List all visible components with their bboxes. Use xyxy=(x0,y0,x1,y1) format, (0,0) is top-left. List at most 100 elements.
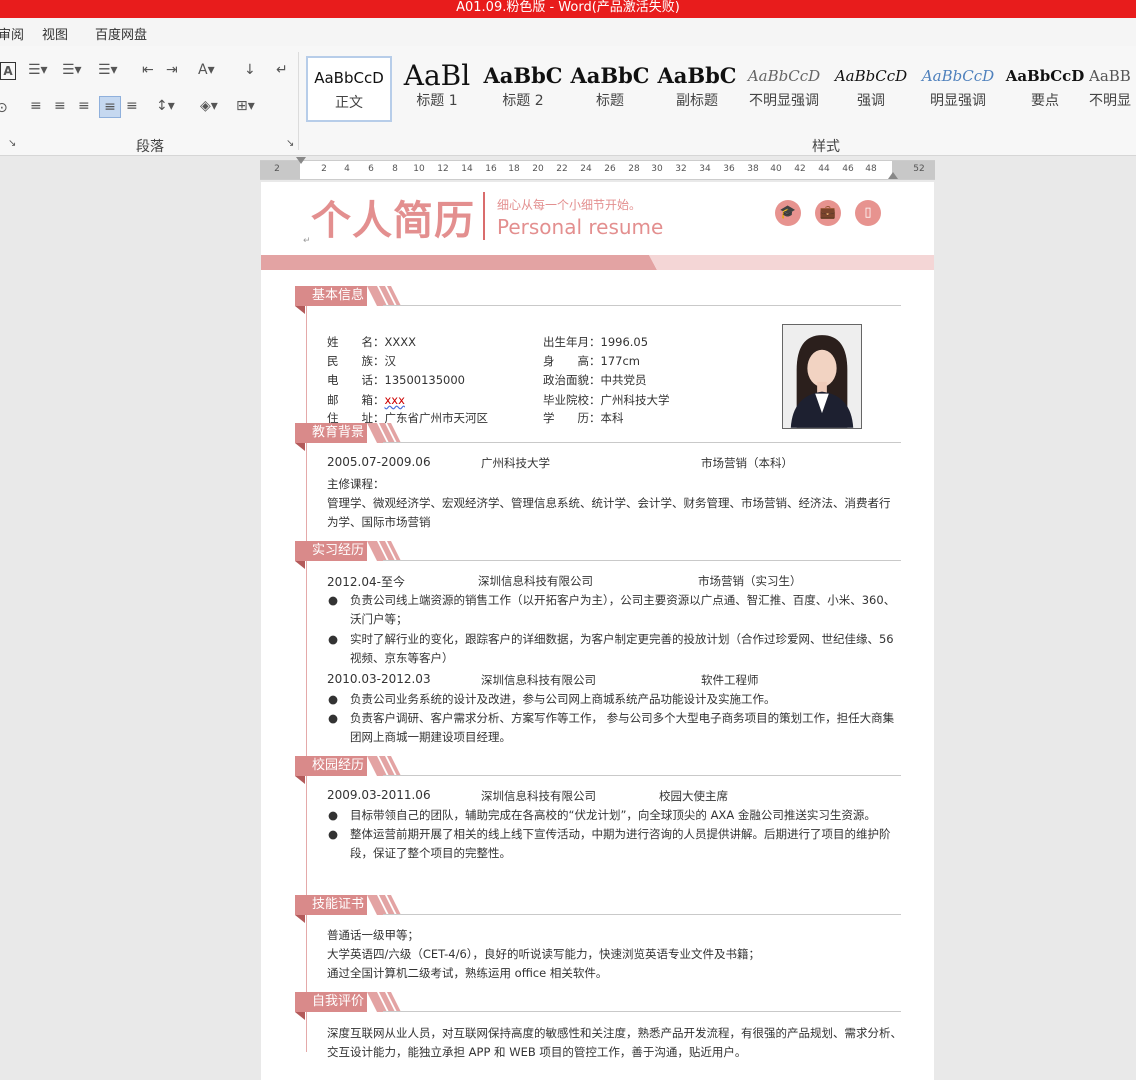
style-sample: AaBB xyxy=(1089,67,1131,85)
ruler-tick: 20 xyxy=(532,164,544,174)
bullet-text: 负责客户调研、客户需求分析、方案写作等工作， 参与公司多个大型电子商务项目的策划… xyxy=(350,711,895,725)
document-page[interactable]: ↵ 个人简历 细心从每一个小细节开始。 Personal resume 🎓 💼 … xyxy=(261,182,934,1080)
style-emphasis[interactable]: AaBbCcD 强调 xyxy=(828,56,914,122)
style-subtitle[interactable]: AaBbC 副标题 xyxy=(654,56,740,122)
font-launcher-icon[interactable]: ↘ xyxy=(8,138,16,149)
style-name: 要点 xyxy=(1031,93,1059,109)
align-left-icon[interactable]: ≡ xyxy=(30,98,42,114)
style-sample: AaBbCcD xyxy=(314,69,384,87)
briefcase-icon: 💼 xyxy=(815,200,841,226)
birth-value: 1996.05 xyxy=(600,335,649,349)
ribbon-fold xyxy=(295,443,305,451)
style-heading1[interactable]: AaBl 标题 1 xyxy=(394,56,480,122)
campus-role: 校园大使主席 xyxy=(659,789,728,803)
campus-period: 2009.03-2011.06 xyxy=(327,788,431,802)
job-role: 市场营销（实习生） xyxy=(698,574,802,588)
align-center-icon[interactable]: ≡ xyxy=(54,98,66,114)
job-period: 2010.03-2012.03 xyxy=(327,672,431,686)
multilevel-list-icon[interactable]: ☰▾ xyxy=(98,62,118,78)
style-subtle-emphasis[interactable]: AaBbCcD 不明显强调 xyxy=(741,56,827,122)
justify-icon[interactable]: ≡ xyxy=(99,96,121,118)
show-marks-icon[interactable]: ↵ xyxy=(276,62,288,78)
job-company: 深圳信息科技有限公司 xyxy=(481,673,596,687)
align-right-icon[interactable]: ≡ xyxy=(78,98,90,114)
ethnicity-value: 汉 xyxy=(384,354,397,368)
paragraph-group-label: 段落 xyxy=(136,139,164,155)
ruler-tick: 28 xyxy=(628,164,640,174)
style-sample: AaBbC xyxy=(657,63,737,88)
list-item: ● 负责公司线上端资源的销售工作（以开拓客户为主），公司主要资源以广点通、智汇推、… xyxy=(328,591,895,629)
ruler-tick: 6 xyxy=(368,164,374,174)
style-sample: AaBbCcD xyxy=(747,67,821,85)
bullet-text: 段，保证了整个项目的完整性。 xyxy=(350,846,511,860)
ribbon-fold xyxy=(295,561,305,569)
style-name: 正文 xyxy=(335,95,363,111)
style-heading2[interactable]: AaBbC 标题 2 xyxy=(480,56,566,122)
style-normal[interactable]: AaBbCcD 正文 xyxy=(306,56,392,122)
degree-value: 本科 xyxy=(600,411,624,425)
asian-layout-icon[interactable]: ⊙ xyxy=(0,100,8,116)
horizontal-ruler[interactable]: 2 2 4 6 8 10 12 14 16 18 20 22 24 26 28 … xyxy=(260,157,935,180)
menu-review[interactable]: 审阅 xyxy=(0,24,24,43)
email-label: 邮 箱： xyxy=(327,393,385,407)
style-subtle-reference[interactable]: AaBB 不明显 xyxy=(1089,56,1136,122)
skill-item: 普通话一级甲等； xyxy=(327,928,419,942)
paragraph-launcher-icon[interactable]: ↘ xyxy=(286,138,294,149)
style-strong[interactable]: AaBbCcD 要点 xyxy=(1002,56,1088,122)
title-divider xyxy=(483,192,485,240)
section-stripes xyxy=(367,541,401,561)
style-name: 强调 xyxy=(857,93,885,109)
sort-icon[interactable]: ↓ xyxy=(244,62,256,78)
ruler-tick: 12 xyxy=(437,164,449,174)
style-name: 标题 2 xyxy=(502,93,544,109)
borders-icon[interactable]: ⊞▾ xyxy=(236,98,255,114)
profile-photo[interactable] xyxy=(782,324,862,429)
campus-company: 深圳信息科技有限公司 xyxy=(481,789,596,803)
section-rule xyxy=(383,442,901,443)
list-item: ● 负责公司业务系统的设计及改进，参与公司网上商城系统产品功能设计及实施工作。 xyxy=(328,690,776,709)
bullet-text: 目标带领自己的团队，辅助完成在各高校的“伏龙计划”，向全球顶尖的 AXA 金融公… xyxy=(350,808,876,822)
section-rule xyxy=(383,560,901,561)
right-indent-marker[interactable] xyxy=(888,172,898,179)
menu-baidu-netdisk[interactable]: 百度网盘 xyxy=(95,24,147,43)
ruler-tick: 2 xyxy=(274,164,280,174)
ruler-tick: 2 xyxy=(321,164,327,174)
decrease-indent-icon[interactable]: ⇤ xyxy=(142,62,154,78)
shading-icon[interactable]: ◈▾ xyxy=(200,98,218,114)
bullets-icon[interactable]: ☰▾ xyxy=(28,62,48,78)
height-value: 177cm xyxy=(600,354,640,368)
bullet-text: 团网上商城一期建设项目经理。 xyxy=(350,730,511,744)
section-stripes xyxy=(367,992,401,1012)
resume-slogan: 细心从每一个小细节开始。 xyxy=(497,198,642,212)
political-label: 政治面貌： xyxy=(543,373,601,387)
phone-icon: ▯ xyxy=(855,200,881,226)
ruler-tick: 42 xyxy=(794,164,806,174)
line-spacing-icon[interactable]: ↕▾ xyxy=(156,98,175,114)
style-intense-emphasis[interactable]: AaBbCcD 明显强调 xyxy=(915,56,1001,122)
increase-indent-icon[interactable]: ⇥ xyxy=(166,62,178,78)
distributed-icon[interactable]: ≡ xyxy=(126,98,138,114)
style-name: 不明显 xyxy=(1089,93,1131,109)
style-title[interactable]: AaBbC 标题 xyxy=(567,56,653,122)
style-name: 明显强调 xyxy=(930,93,986,109)
list-item: ● 整体运营前期开展了相关的线上线下宣传活动，中期为进行咨询的人员提供讲解。后期进… xyxy=(328,825,891,863)
skill-item: 大学英语四/六级（CET-4/6），良好的听说读写能力，快速浏览英语专业文件及书… xyxy=(327,947,761,961)
ruler-tick: 16 xyxy=(485,164,497,174)
char-border-icon[interactable]: A xyxy=(0,62,16,80)
ruler-tick: 32 xyxy=(675,164,687,174)
ruler-tick: 44 xyxy=(818,164,830,174)
paragraph-mark: ↵ xyxy=(303,236,311,246)
menu-view[interactable]: 视图 xyxy=(42,24,68,43)
numbering-icon[interactable]: ☰▾ xyxy=(62,62,82,78)
ruler-tick: 18 xyxy=(508,164,520,174)
job-company: 深圳信息科技有限公司 xyxy=(478,574,593,588)
first-line-indent-marker[interactable] xyxy=(296,157,306,164)
ruler-tick: 36 xyxy=(723,164,735,174)
chinese-layout-icon[interactable]: A▾ xyxy=(198,62,215,78)
edu-school: 广州科技大学 xyxy=(481,456,550,470)
ribbon-fold xyxy=(295,915,305,923)
list-item: ● 目标带领自己的团队，辅助完成在各高校的“伏龙计划”，向全球顶尖的 AXA 金融… xyxy=(328,806,876,825)
section-label: 实习经历 xyxy=(295,541,367,561)
section-rule xyxy=(383,775,901,776)
self-eval-text: 深度互联网从业人员，对互联网保持高度的敏感性和关注度，熟悉产品开发流程，有很强的… xyxy=(327,1026,902,1040)
